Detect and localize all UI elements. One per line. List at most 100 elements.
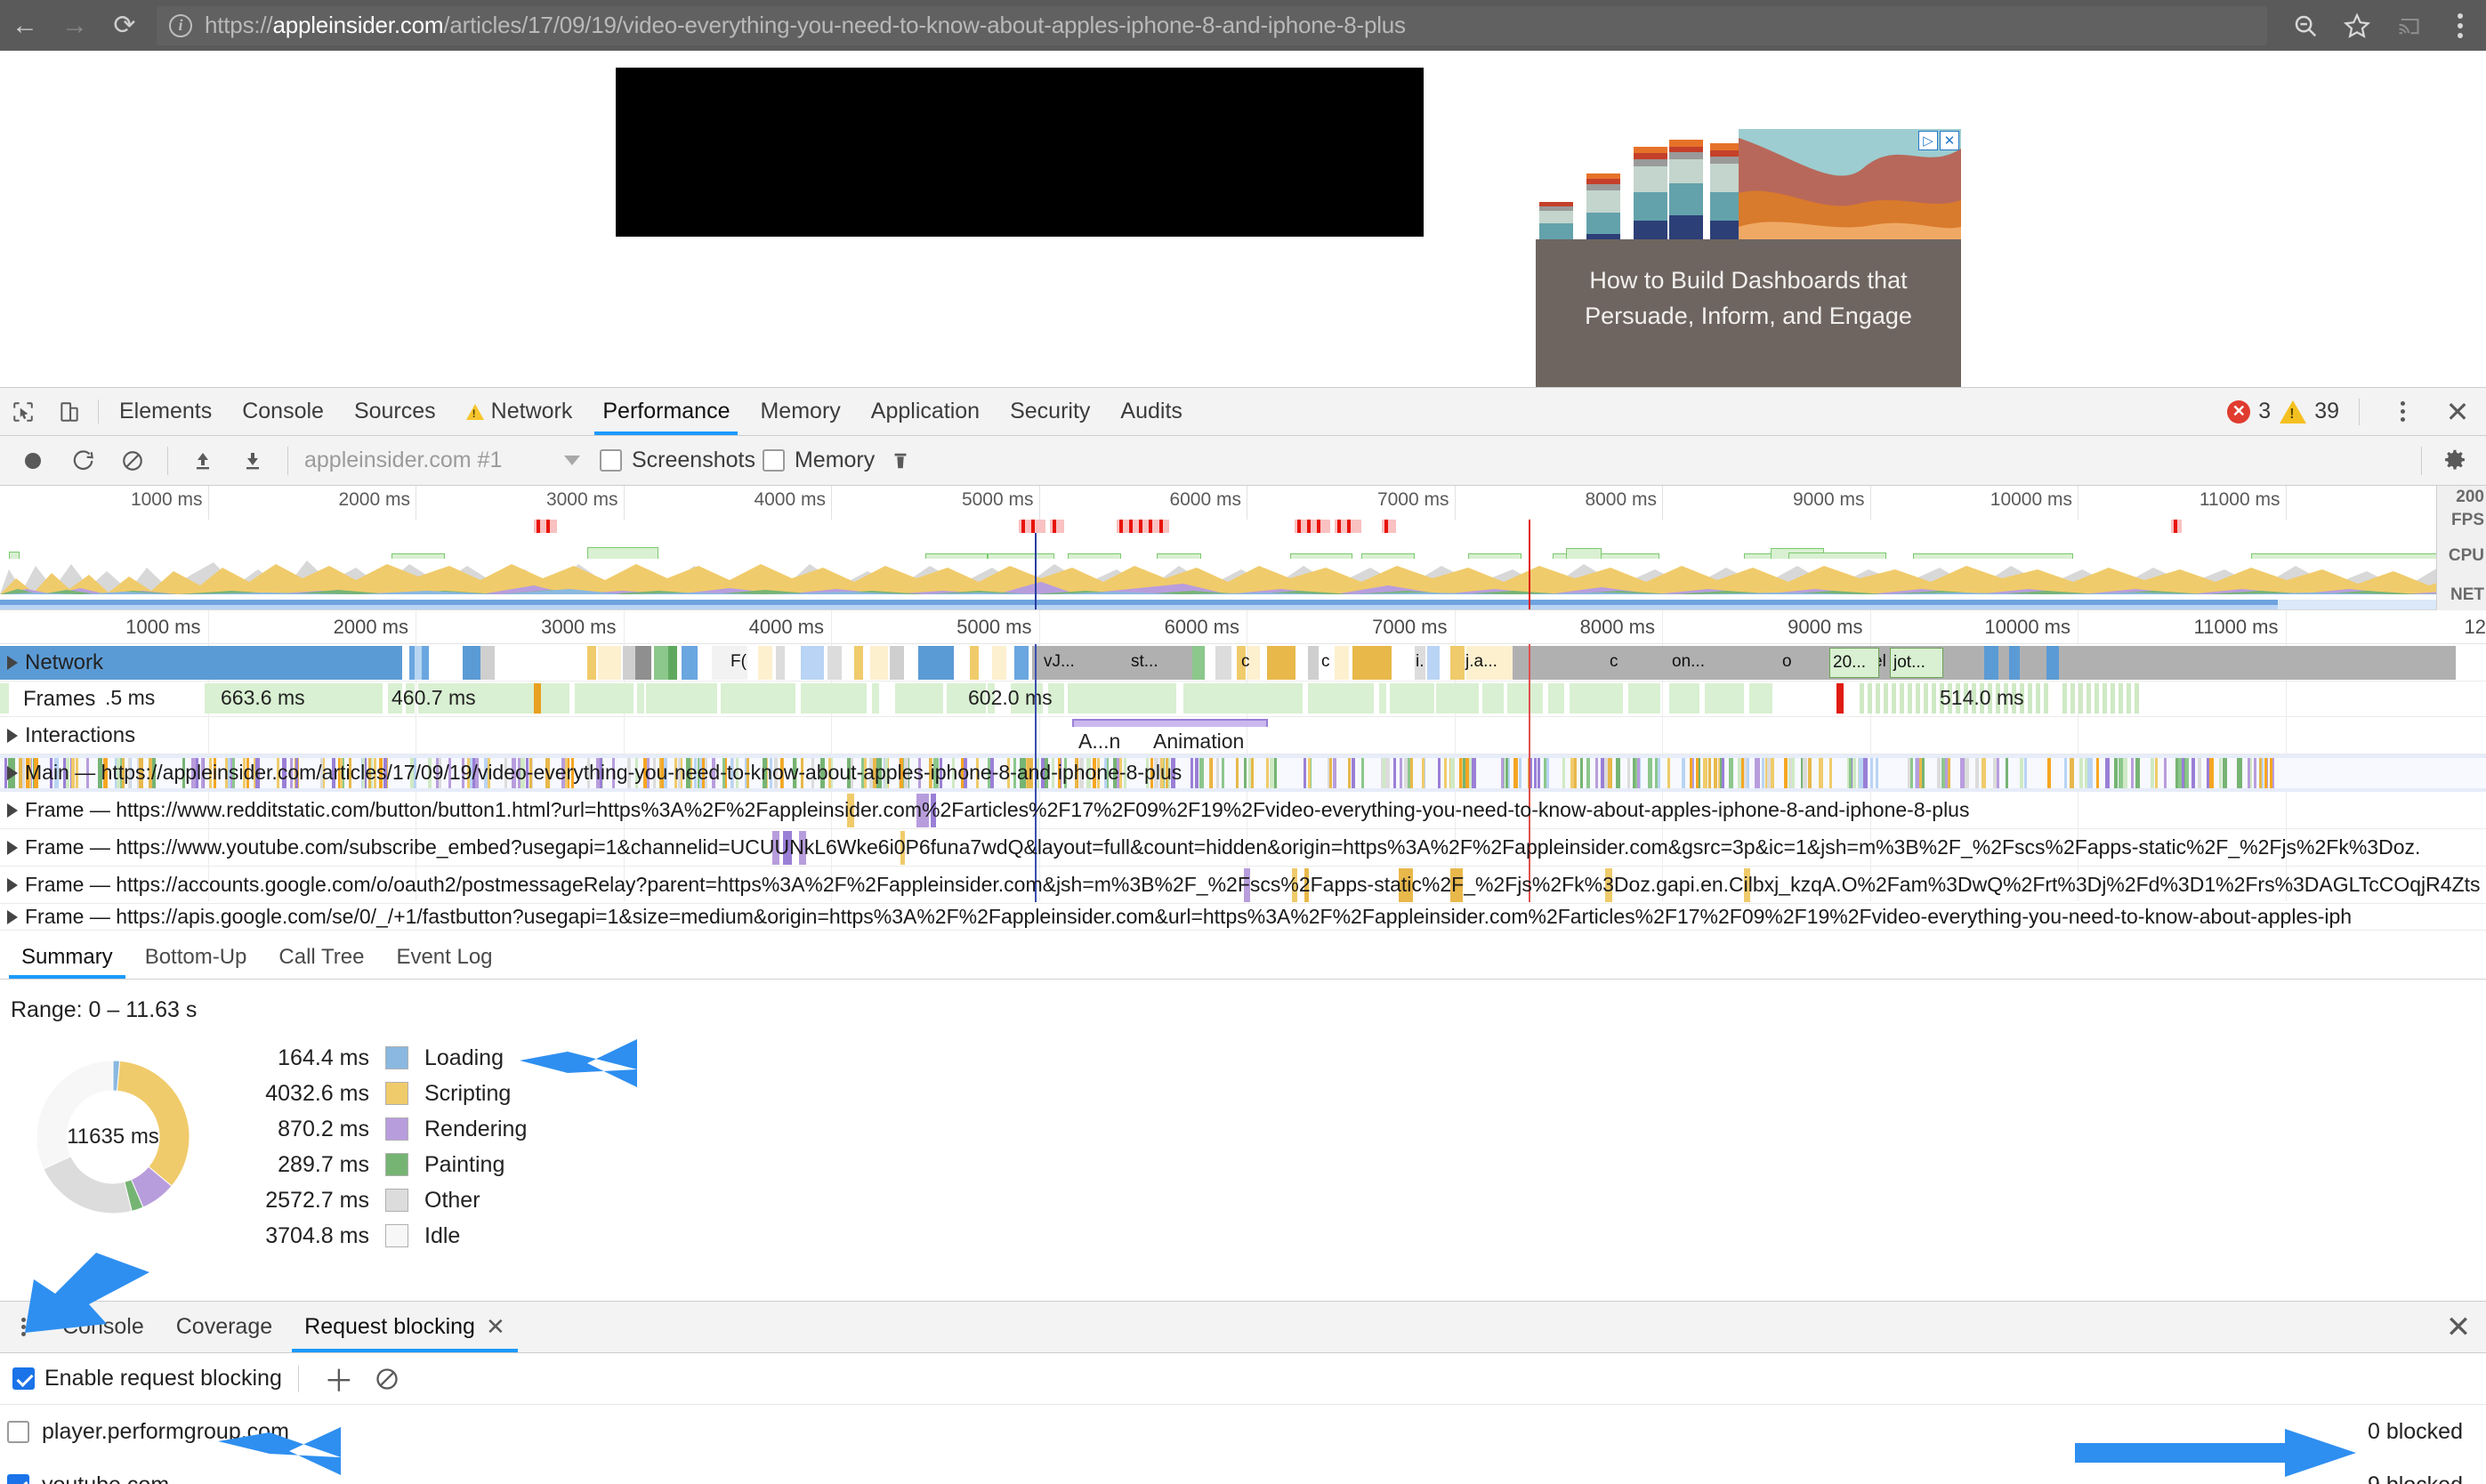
timeline-event-block[interactable]: [1383, 756, 1385, 790]
timeline-event-block[interactable]: c: [1607, 648, 1626, 678]
timeline-event-block[interactable]: [1908, 683, 1912, 714]
timeline-event-block[interactable]: [1404, 756, 1408, 790]
timeline-event-block[interactable]: [2135, 683, 2139, 714]
chevron-right-icon[interactable]: [7, 840, 18, 855]
tab-event-log[interactable]: Event Log: [380, 935, 508, 979]
chevron-right-icon[interactable]: [7, 909, 18, 924]
tab-console[interactable]: Console: [227, 388, 339, 435]
timeline-event-block[interactable]: [2024, 756, 2027, 790]
track-frame-reddit[interactable]: Frame — https://www.redditstatic.com/but…: [0, 792, 2486, 829]
legend-row-loading[interactable]: 164.4 ms Loading: [236, 1040, 527, 1076]
timeline-event-block[interactable]: [758, 646, 772, 680]
timeline-event-block[interactable]: [2119, 756, 2123, 790]
timeline-event-block[interactable]: [2185, 756, 2189, 790]
timeline-event-block[interactable]: [1519, 756, 1521, 790]
legend-row-scripting[interactable]: 4032.6 ms Scripting: [236, 1076, 527, 1111]
track-frames[interactable]: .5 ms 663.6 ms 460.7 ms 602.0 ms 514.0 ms Fr…: [0, 682, 2486, 717]
timeline-event-block[interactable]: [870, 646, 888, 680]
timeline-event-block[interactable]: [2270, 756, 2272, 790]
timeline-event-block[interactable]: [1308, 646, 1319, 680]
timeline-event-block[interactable]: [1608, 756, 1610, 790]
timeline-event-block[interactable]: [1876, 756, 1878, 790]
track-frame-youtube[interactable]: Frame — https://www.youtube.com/subscrib…: [0, 829, 2486, 867]
timeline-event-block[interactable]: [1627, 756, 1630, 790]
timeline-event-block[interactable]: [1595, 756, 1598, 790]
devtools-menu-icon[interactable]: [2379, 401, 2425, 422]
tab-audits[interactable]: Audits: [1105, 388, 1197, 435]
tab-summary[interactable]: Summary: [5, 935, 129, 979]
timeline-event-block[interactable]: [1014, 646, 1029, 680]
timeline-event-block[interactable]: [1803, 756, 1807, 790]
timeline-event-block[interactable]: [1472, 756, 1476, 790]
timeline-event-block[interactable]: [2198, 756, 2201, 790]
timeline-event-block[interactable]: [2237, 756, 2241, 790]
timeline-event-block[interactable]: [890, 646, 904, 680]
timeline-event-block[interactable]: [1690, 756, 1692, 790]
tab-sources[interactable]: Sources: [339, 388, 451, 435]
timeline-event-block[interactable]: [1729, 756, 1733, 790]
cast-icon[interactable]: [2383, 0, 2434, 51]
timeline-event-block[interactable]: [2096, 756, 2099, 790]
timeline-event-block[interactable]: [1068, 683, 1176, 714]
timeline-event-block[interactable]: [623, 646, 635, 680]
timeline-event-block[interactable]: [2020, 756, 2023, 790]
timeline-event-block[interactable]: [668, 646, 677, 680]
timeline-event-block[interactable]: [1534, 756, 1537, 790]
timeline-event-block[interactable]: [1628, 683, 1660, 714]
timeline-event-block[interactable]: [1808, 756, 1812, 790]
timeline-event-block[interactable]: [1361, 756, 1364, 790]
timeline-event-block[interactable]: [682, 646, 698, 680]
chevron-right-icon[interactable]: [7, 802, 18, 818]
timeline-event-block[interactable]: [480, 646, 495, 680]
timeline-event-block[interactable]: [2044, 683, 2048, 714]
playhead-marker[interactable]: [1035, 520, 1037, 609]
timeline-event-block[interactable]: [1352, 646, 1392, 680]
timeline-event-block[interactable]: [1982, 756, 1986, 790]
upload-profile-icon[interactable]: [179, 440, 227, 481]
chevron-right-icon[interactable]: [7, 877, 18, 892]
tab-call-tree[interactable]: Call Tree: [262, 935, 380, 979]
timeline-event-block[interactable]: [1792, 756, 1795, 790]
timeline-event-block[interactable]: [970, 646, 979, 680]
timeline-event-block[interactable]: [2259, 756, 2262, 790]
timeline-event-block[interactable]: [2123, 756, 2127, 790]
timeline-event-block[interactable]: [1436, 683, 1479, 714]
timeline-overview[interactable]: 1000 ms 2000 ms 3000 ms 4000 ms 5000 ms 6000 …: [0, 486, 2486, 610]
timeline-event-block[interactable]: [1859, 756, 1863, 790]
timeline-event-block[interactable]: [1379, 683, 1386, 714]
timeline-event-block[interactable]: [2111, 683, 2115, 714]
checkbox[interactable]: [600, 449, 622, 472]
timeline-event-block[interactable]: [2087, 756, 2092, 790]
timeline-event-block[interactable]: [2079, 756, 2083, 790]
timeline-event-block[interactable]: [1860, 683, 1864, 714]
timeline-event-block[interactable]: [1682, 756, 1685, 790]
timeline-event-block[interactable]: [1714, 756, 1717, 790]
timeline-event-block[interactable]: [992, 646, 1006, 680]
timeline-event-block[interactable]: [1236, 756, 1239, 790]
timeline-event-block[interactable]: [1438, 756, 1441, 790]
track-label-main[interactable]: Main — https://appleinsider.com/articles…: [0, 754, 1182, 791]
timeline-event-block[interactable]: [2070, 683, 2075, 714]
timeline-event-block[interactable]: [1538, 756, 1540, 790]
chevron-right-icon[interactable]: [7, 765, 18, 780]
timeline-event-block[interactable]: [1870, 756, 1873, 790]
timeline-event-block[interactable]: [1749, 683, 1772, 714]
close-icon[interactable]: ✕: [1940, 131, 1959, 150]
timeline-event-block[interactable]: [1562, 756, 1565, 790]
track-interactions[interactable]: A...n Animation Interactions: [0, 717, 2486, 754]
timeline-event-block[interactable]: i.: [1413, 648, 1434, 678]
zoom-out-icon[interactable]: [2280, 0, 2331, 51]
timeline-event-block[interactable]: [2127, 683, 2131, 714]
timeline-event-block[interactable]: [1667, 756, 1670, 790]
legend-row-rendering[interactable]: 870.2 ms Rendering: [236, 1111, 527, 1147]
timeline-event-block[interactable]: [2151, 756, 2154, 790]
timeline-event-block[interactable]: c: [1239, 648, 1263, 678]
timeline-event-block[interactable]: [1199, 756, 1203, 790]
timeline-event-block[interactable]: [598, 646, 621, 680]
track-network[interactable]: F(vJ... st... c c i. j.a... c on... o el 20... jot.…: [0, 644, 2486, 682]
timeline-event-block[interactable]: [1574, 756, 1577, 790]
timeline-event-block[interactable]: [1183, 683, 1303, 714]
timeline-event-block[interactable]: [1755, 756, 1759, 790]
timeline-event-block[interactable]: [2046, 646, 2059, 680]
timeline-event-block[interactable]: c: [1319, 648, 1344, 678]
